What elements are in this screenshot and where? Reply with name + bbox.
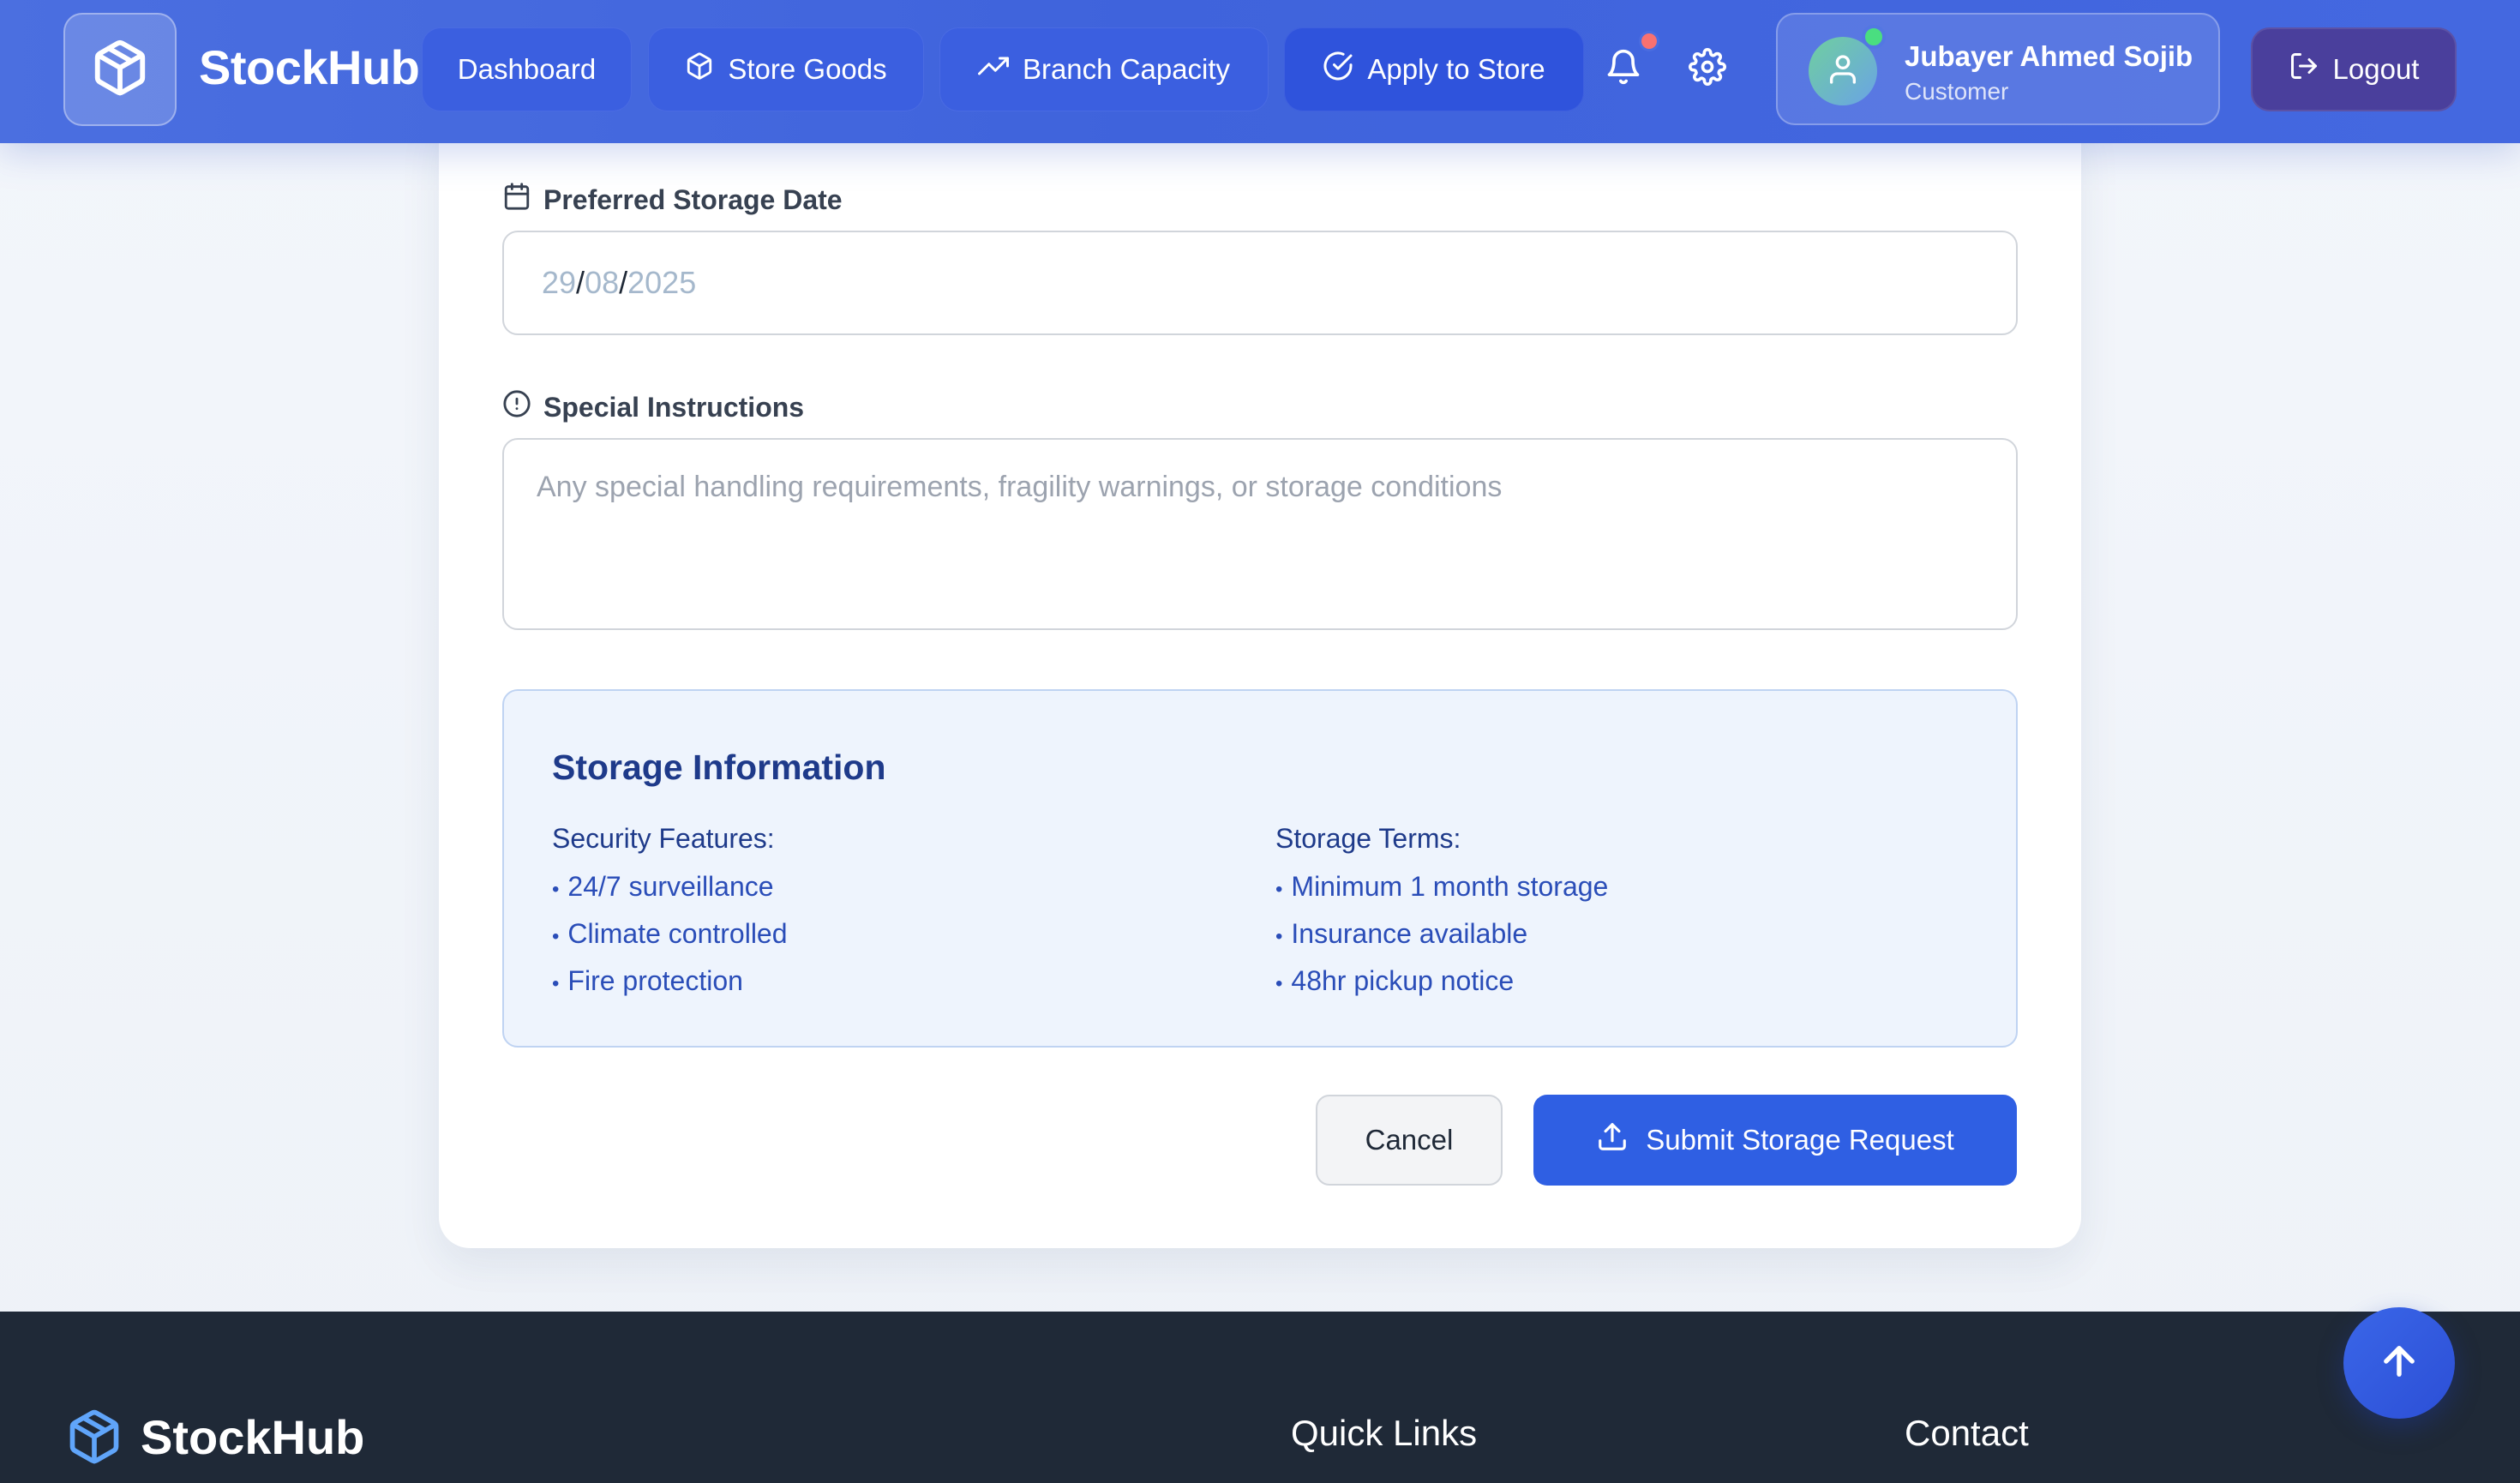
package-icon [65,1408,123,1470]
date-year: 2025 [627,265,697,300]
list-item: • Fire protection [552,966,788,1013]
list-item-text: Minimum 1 month storage [1291,871,1609,902]
bullet: • [552,972,560,995]
nav-store-goods[interactable]: Store Goods [648,27,924,111]
storage-information-panel: Storage Information Security Features: •… [502,689,2018,1048]
date-separator: / [576,265,585,300]
logout-button[interactable]: Logout [2251,27,2457,111]
user-role: Customer [1905,78,2009,105]
security-features-title: Security Features: [552,823,775,854]
user-name: Jubayer Ahmed Sojib [1905,40,2193,72]
footer-quick-links-heading: Quick Links [1291,1413,1478,1453]
info-title: Storage Information [552,748,886,787]
list-item-text: 24/7 surveillance [567,871,774,902]
submit-label: Submit Storage Request [1646,1124,1954,1156]
bullet: • [552,925,560,948]
cancel-button[interactable]: Cancel [1316,1095,1503,1186]
trending-up-icon [977,51,1009,88]
date-day: 29 [542,265,577,300]
user-icon [1826,52,1860,91]
nav-branch-capacity-label: Branch Capacity [1022,53,1231,85]
package-icon [90,38,150,102]
instructions-label-text: Special Instructions [543,391,805,423]
nav-store-goods-label: Store Goods [728,53,887,85]
date-field-label: Preferred Storage Date [502,182,843,218]
bullet: • [552,878,560,901]
security-features-column: Security Features: • 24/7 surveillance • C… [552,823,788,1013]
list-item: • Minimum 1 month storage [1275,872,1608,919]
logo[interactable] [63,13,177,126]
instructions-field-label: Special Instructions [502,389,804,425]
gear-icon [1689,47,1726,90]
nav-dashboard[interactable]: Dashboard [422,27,632,111]
list-item-text: Climate controlled [567,918,788,949]
bell-icon [1605,48,1642,90]
date-label-text: Preferred Storage Date [543,183,843,215]
footer-contact-heading: Contact [1905,1413,2029,1453]
user-profile-card[interactable]: Jubayer Ahmed Sojib Customer [1776,13,2220,125]
storage-date-input[interactable]: 29/08/2025 [502,231,2018,335]
bullet: • [1275,878,1283,901]
logout-icon [2289,51,2319,88]
special-instructions-textarea[interactable]: Any special handling requirements, fragi… [502,438,2018,630]
notifications-button[interactable] [1599,45,1647,93]
list-item-text: 48hr pickup notice [1291,965,1515,996]
alert-circle-icon [502,389,531,425]
online-status-dot [1862,25,1886,49]
date-month: 08 [585,265,620,300]
bullet: • [1275,972,1283,995]
nav-dashboard-label: Dashboard [457,53,597,85]
submit-storage-request-button[interactable]: Submit Storage Request [1533,1095,2017,1186]
scroll-to-top-button[interactable] [2343,1307,2455,1419]
bullet: • [1275,925,1283,948]
list-item: • Climate controlled [552,919,788,966]
date-separator: / [619,265,628,300]
calendar-icon [502,182,531,218]
list-item-text: Fire protection [567,965,743,996]
upload-icon [1596,1120,1629,1160]
list-item: • 24/7 surveillance [552,872,788,919]
logout-label: Logout [2332,53,2420,85]
notification-badge [1639,31,1659,51]
storage-terms-title: Storage Terms: [1275,823,1461,854]
arrow-up-icon [2377,1339,2421,1388]
cancel-label: Cancel [1365,1124,1454,1156]
storage-terms-column: Storage Terms: • Minimum 1 month storage … [1275,823,1608,1013]
top-navbar: StockHub Dashboard Store Goods Branch Ca… [0,0,2520,143]
check-circle-icon [1323,51,1353,88]
list-item: • Insurance available [1275,919,1608,966]
footer: StockHub Quick Links Contact [0,1312,2520,1483]
nav-branch-capacity[interactable]: Branch Capacity [939,27,1269,111]
instructions-placeholder: Any special handling requirements, fragi… [537,471,1503,503]
footer-brand: StockHub [141,1410,365,1464]
nav-apply-to-store-label: Apply to Store [1367,53,1545,85]
package-icon [685,51,714,87]
settings-button[interactable] [1683,45,1731,93]
list-item: • 48hr pickup notice [1275,966,1608,1013]
nav-apply-to-store[interactable]: Apply to Store [1284,27,1584,111]
brand-name[interactable]: StockHub [199,39,420,95]
list-item-text: Insurance available [1291,918,1528,949]
